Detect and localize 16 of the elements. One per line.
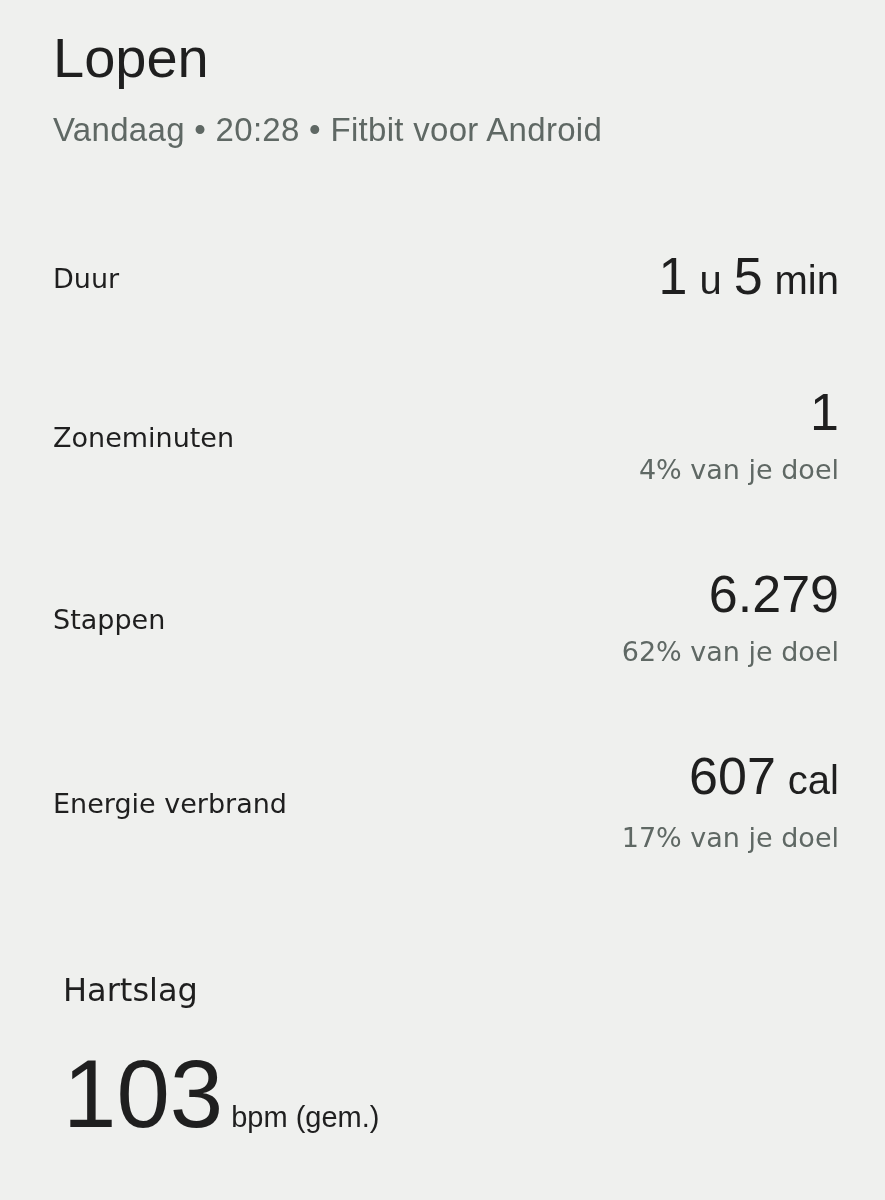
stat-label: Stappen bbox=[53, 603, 166, 635]
goal-note: 4% van je doel bbox=[638, 453, 839, 487]
stat-value: 1 bbox=[810, 384, 839, 440]
stat-value: 6.279 bbox=[708, 566, 839, 622]
stat-label: Duur bbox=[53, 262, 120, 294]
stat-label: Energie verbrand bbox=[53, 787, 287, 819]
stat-label: Zoneminuten bbox=[53, 421, 235, 453]
goal-note: 62% van je doel bbox=[621, 635, 839, 669]
heart-rate-value: 103 bbox=[63, 1044, 224, 1144]
activity-subtitle: Vandaag • 20:28 • Fitbit voor Android bbox=[53, 110, 604, 150]
page-title: Lopen bbox=[53, 25, 210, 91]
stat-value: 607 cal bbox=[689, 748, 839, 807]
heart-rate-unit: bpm (gem.) bbox=[231, 1101, 380, 1134]
goal-note: 17% van je doel bbox=[621, 821, 839, 855]
section-title: Hartslag bbox=[63, 970, 199, 1011]
stat-value: 1 u 5 min bbox=[658, 248, 839, 307]
